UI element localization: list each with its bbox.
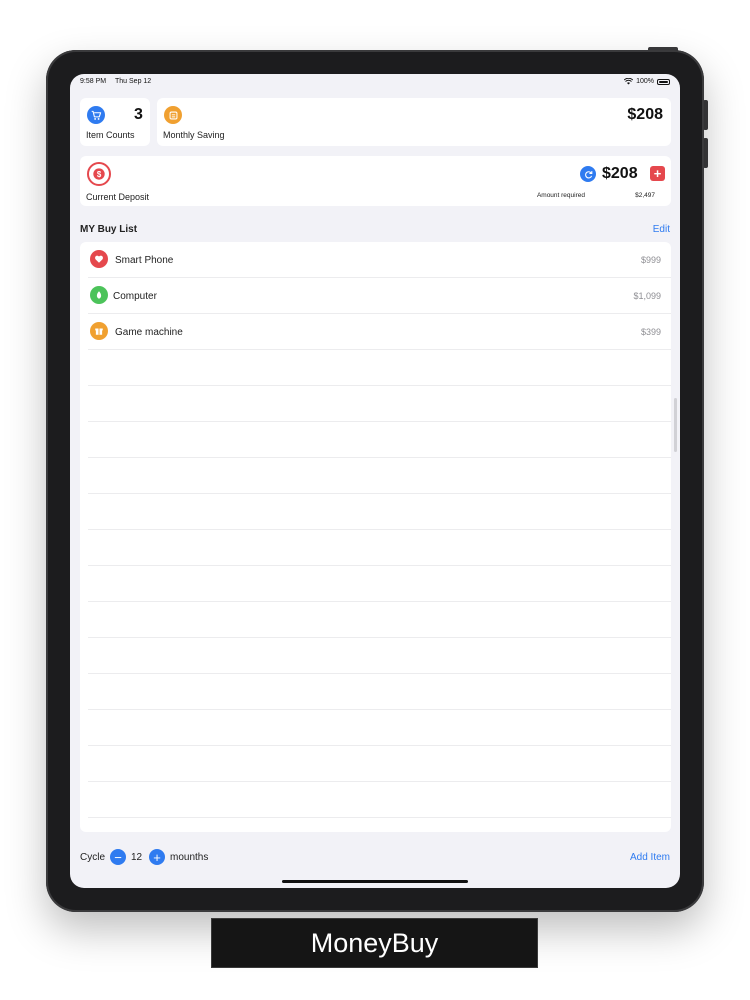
empty-row: [88, 674, 671, 710]
calendar-icon: [164, 106, 182, 124]
cycle-label: Cycle: [80, 852, 106, 863]
current-deposit-value: $208: [602, 165, 638, 182]
list-item[interactable]: Smart Phone $999: [88, 242, 671, 278]
current-deposit-card: $ Current Deposit $208 + Amount required…: [80, 156, 671, 206]
item-price: $999: [640, 255, 661, 265]
item-price: $399: [640, 327, 661, 337]
gift-icon: [90, 322, 108, 340]
status-time: 9:58 PM: [80, 78, 107, 85]
status-right: 100%: [624, 78, 670, 85]
item-name: Game machine: [115, 327, 183, 338]
empty-row: [88, 710, 671, 746]
cart-icon: [87, 106, 105, 124]
amount-required-label: Amount required: [536, 192, 585, 199]
battery-percent: 100%: [636, 78, 654, 85]
list-item[interactable]: Computer $1,099: [88, 278, 671, 314]
cycle-value: 12: [131, 852, 143, 863]
empty-row: [88, 746, 671, 782]
empty-row: [88, 782, 671, 818]
current-deposit-label: Current Deposit: [86, 192, 150, 202]
buy-list: Smart Phone $999 Computer $1,099 Game ma…: [80, 242, 671, 832]
plus-icon: +: [653, 166, 662, 181]
svg-text:$: $: [97, 170, 102, 179]
wifi-icon: [624, 78, 634, 85]
item-counts-card: 3 Item Counts: [80, 98, 150, 146]
empty-row: [88, 350, 671, 386]
brand-title: MoneyBuy: [211, 918, 538, 968]
minus-icon: −: [114, 849, 122, 865]
leaf-icon: [90, 286, 108, 304]
edit-button[interactable]: Edit: [653, 224, 670, 235]
item-counts-label: Item Counts: [86, 130, 135, 140]
item-counts-value: 3: [134, 106, 143, 123]
monthly-saving-value: $208: [627, 106, 663, 123]
cycle-unit: mounths: [170, 852, 209, 863]
dollar-icon: $: [87, 162, 111, 186]
buy-list-title: MY Buy List: [80, 224, 138, 235]
scroll-indicator[interactable]: [674, 398, 677, 452]
heart-icon: [90, 250, 108, 268]
empty-row: [88, 386, 671, 422]
plus-icon: +: [153, 849, 161, 865]
item-price: $1,099: [633, 291, 661, 301]
status-bar: 9:58 PM Thu Sep 12 100%: [70, 74, 680, 90]
empty-row: [88, 530, 671, 566]
increase-cycle-button[interactable]: +: [149, 849, 165, 865]
empty-row: [88, 494, 671, 530]
monthly-saving-label: Monthly Saving: [163, 130, 225, 140]
decrease-cycle-button[interactable]: −: [110, 849, 126, 865]
refresh-icon[interactable]: [580, 166, 596, 182]
empty-row: [88, 602, 671, 638]
list-item[interactable]: Game machine $399: [88, 314, 671, 350]
empty-row: [88, 638, 671, 674]
empty-row: [88, 422, 671, 458]
app-screen: 9:58 PM Thu Sep 12 100% 3 Item Counts $2…: [70, 74, 680, 888]
footer-bar: Cycle − 12 + mounths Add Item: [70, 846, 680, 870]
item-name: Computer: [113, 291, 157, 302]
monthly-saving-card: $208 Monthly Saving: [157, 98, 671, 146]
empty-row: [88, 566, 671, 602]
empty-row: [88, 458, 671, 494]
add-item-button[interactable]: Add Item: [630, 852, 670, 863]
add-deposit-button[interactable]: +: [650, 166, 665, 181]
battery-icon: [657, 78, 670, 85]
home-indicator[interactable]: [282, 880, 468, 883]
status-date: Thu Sep 12: [115, 78, 152, 85]
item-name: Smart Phone: [115, 255, 174, 266]
amount-required-value: $2,497: [635, 192, 655, 199]
